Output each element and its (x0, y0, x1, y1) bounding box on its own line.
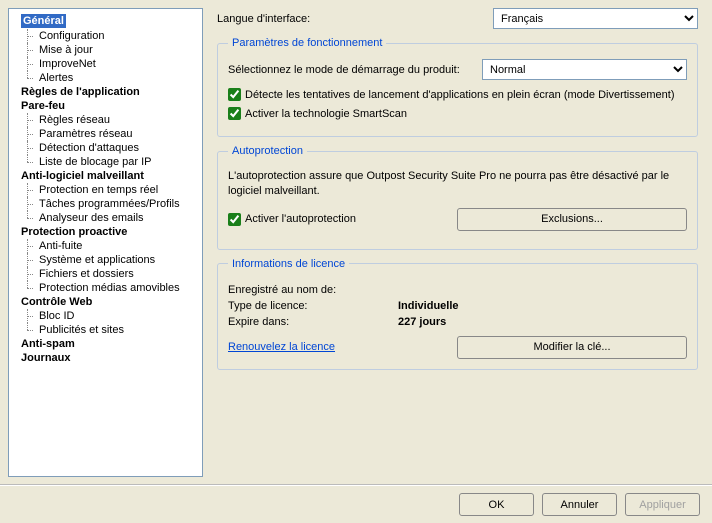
tree-item[interactable]: Règles réseau (11, 113, 200, 127)
tree-item[interactable]: Publicités et sites (11, 323, 200, 337)
tree-category[interactable]: Général (21, 14, 66, 28)
ok-button[interactable]: OK (459, 493, 534, 516)
tree-item[interactable]: Protection en temps réel (11, 183, 200, 197)
autoprotect-description: L'autoprotection assure que Outpost Secu… (228, 169, 687, 200)
change-key-button[interactable]: Modifier la clé... (457, 336, 687, 359)
operation-legend: Paramètres de fonctionnement (228, 37, 386, 49)
tree-category[interactable]: Anti-logiciel malveillant (11, 169, 200, 183)
startup-mode-label: Sélectionnez le mode de démarrage du pro… (228, 64, 460, 76)
tree-item[interactable]: Paramètres réseau (11, 127, 200, 141)
settings-tree: GénéralConfigurationMise à jourImproveNe… (8, 8, 203, 477)
renew-license-link[interactable]: Renouvelez la licence (228, 341, 335, 353)
smartscan-label: Activer la technologie SmartScan (245, 108, 407, 120)
smartscan-input[interactable] (228, 107, 241, 120)
language-select[interactable]: Français (493, 8, 698, 29)
registered-label: Enregistré au nom de: (228, 284, 398, 296)
tree-item[interactable]: Anti-fuite (11, 239, 200, 253)
tree-item[interactable]: Alertes (11, 71, 200, 85)
language-label: Langue d'interface: (217, 13, 310, 25)
cancel-button[interactable]: Annuler (542, 493, 617, 516)
autoprotect-input[interactable] (228, 213, 241, 226)
apply-button[interactable]: Appliquer (625, 493, 700, 516)
tree-item[interactable]: Fichiers et dossiers (11, 267, 200, 281)
tree-category[interactable]: Contrôle Web (11, 295, 200, 309)
tree-item[interactable]: Configuration (11, 29, 200, 43)
license-type-value: Individuelle (398, 300, 459, 312)
tree-item[interactable]: Analyseur des emails (11, 211, 200, 225)
smartscan-checkbox[interactable]: Activer la technologie SmartScan (228, 107, 687, 120)
exclusions-button[interactable]: Exclusions... (457, 208, 687, 231)
tree-item[interactable]: Bloc ID (11, 309, 200, 323)
tree-item[interactable]: Tâches programmées/Profils (11, 197, 200, 211)
license-group: Informations de licence Enregistré au no… (217, 258, 698, 370)
tree-item[interactable]: Liste de blocage par IP (11, 155, 200, 169)
tree-item[interactable]: Système et applications (11, 253, 200, 267)
tree-category[interactable]: Anti-spam (11, 337, 200, 351)
fullscreen-detection-input[interactable] (228, 88, 241, 101)
autoprotect-group: Autoprotection L'autoprotection assure q… (217, 145, 698, 250)
autoprotect-legend: Autoprotection (228, 145, 307, 157)
expires-label: Expire dans: (228, 316, 398, 328)
tree-item[interactable]: ImproveNet (11, 57, 200, 71)
tree-category[interactable]: Protection proactive (11, 225, 200, 239)
tree-item[interactable]: Mise à jour (11, 43, 200, 57)
expires-value: 227 jours (398, 316, 446, 328)
startup-mode-select[interactable]: Normal (482, 59, 687, 80)
settings-panel: Langue d'interface: Français Paramètres … (203, 8, 704, 477)
tree-item[interactable]: Protection médias amovibles (11, 281, 200, 295)
fullscreen-detection-checkbox[interactable]: Détecte les tentatives de lancement d'ap… (228, 88, 687, 101)
autoprotect-checkbox[interactable]: Activer l'autoprotection (228, 213, 356, 226)
dialog-footer: OK Annuler Appliquer (0, 485, 712, 523)
fullscreen-detection-label: Détecte les tentatives de lancement d'ap… (245, 89, 675, 101)
tree-category[interactable]: Règles de l'application (11, 85, 200, 99)
tree-category[interactable]: Journaux (11, 351, 200, 365)
license-type-label: Type de licence: (228, 300, 398, 312)
tree-category[interactable]: Pare-feu (11, 99, 200, 113)
tree-item[interactable]: Détection d'attaques (11, 141, 200, 155)
autoprotect-label: Activer l'autoprotection (245, 213, 356, 225)
license-legend: Informations de licence (228, 258, 349, 270)
operation-group: Paramètres de fonctionnement Sélectionne… (217, 37, 698, 137)
